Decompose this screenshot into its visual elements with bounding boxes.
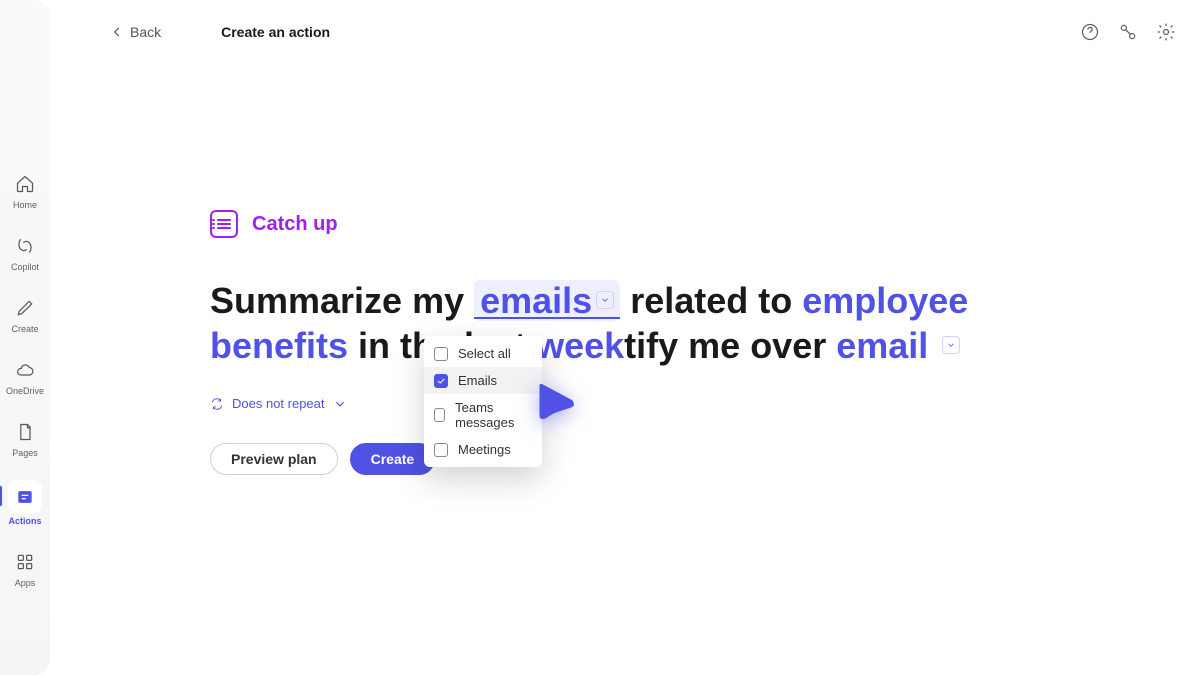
apps-icon [15,552,35,572]
period-token[interactable]: week [536,325,624,366]
create-button[interactable]: Create [350,443,436,475]
page-title: Create an action [221,24,330,40]
help-icon[interactable] [1080,22,1100,42]
copilot-icon [15,236,35,256]
sentence-text: tify me over [624,325,836,366]
chevron-left-icon [110,25,124,39]
sentence-text: related to [620,280,802,321]
left-nav-rail: Home Copilot Create OneDrive Pages Actio… [0,0,50,675]
pencil-icon [15,298,35,318]
dropdown-item-label: Emails [458,373,497,388]
sentence-text: Summarize my [210,280,474,321]
nav-onedrive[interactable]: OneDrive [3,356,47,396]
action-sentence: Summarize my emails related to employee … [210,278,1100,368]
dropdown-emails[interactable]: Emails [424,367,542,394]
channel-token[interactable]: email [836,325,960,366]
topbar-actions [1080,22,1176,42]
back-label: Back [130,24,161,40]
cloud-icon [15,360,35,380]
nav-apps-label: Apps [15,578,36,588]
dropdown-item-label: Meetings [458,442,511,457]
main-content: Catch up Summarize my emails related to … [210,210,1100,475]
chevron-down-icon [333,397,347,411]
preview-plan-button[interactable]: Preview plan [210,443,338,475]
list-icon [210,210,238,238]
source-dropdown: Select all Emails Teams messages Meeting… [424,336,542,467]
connections-icon[interactable] [1118,22,1138,42]
nav-onedrive-label: OneDrive [6,386,44,396]
nav-pages-label: Pages [12,448,38,458]
repeat-icon [210,397,224,411]
dropdown-item-label: Select all [458,346,511,361]
checkbox-icon [434,347,448,361]
chevron-down-icon [942,336,960,354]
nav-pages[interactable]: Pages [3,418,47,458]
dropdown-teams[interactable]: Teams messages [424,394,542,436]
repeat-selector[interactable]: Does not repeat [210,396,1100,411]
action-buttons: Preview plan Create [210,443,1100,475]
checkbox-checked-icon [434,374,448,388]
nav-actions[interactable]: Actions [3,480,47,526]
settings-icon[interactable] [1156,22,1176,42]
checkbox-icon [434,408,445,422]
back-button[interactable]: Back [110,24,161,40]
actions-icon [15,487,35,507]
nav-create[interactable]: Create [3,294,47,334]
nav-actions-label: Actions [8,516,41,526]
dropdown-item-label: Teams messages [455,400,532,430]
nav-apps[interactable]: Apps [3,548,47,588]
topbar: Back Create an action [50,0,1200,64]
nav-home-label: Home [13,200,37,210]
action-type-label: Catch up [252,213,338,236]
dropdown-select-all[interactable]: Select all [424,340,542,367]
checkbox-icon [434,443,448,457]
home-icon [15,174,35,194]
repeat-label: Does not repeat [232,396,325,411]
pages-icon [15,422,35,442]
chevron-down-icon [596,291,614,309]
nav-home[interactable]: Home [3,170,47,210]
action-type-chip: Catch up [210,210,1100,238]
nav-copilot-label: Copilot [11,262,39,272]
dropdown-meetings[interactable]: Meetings [424,436,542,463]
nav-copilot[interactable]: Copilot [3,232,47,272]
source-token[interactable]: emails [474,280,620,321]
nav-create-label: Create [11,324,38,334]
